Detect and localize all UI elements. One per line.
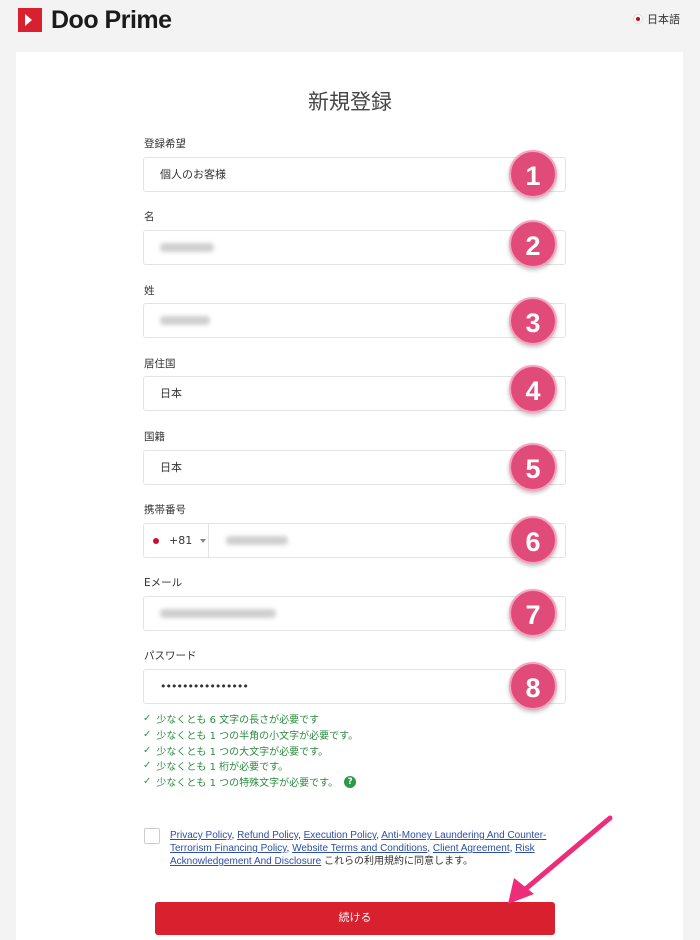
check-icon: ✓ (143, 713, 152, 724)
check-icon: ✓ (143, 729, 152, 740)
last-name-label: 姓 (144, 285, 155, 297)
redacted-text (160, 609, 276, 618)
redacted-text (160, 243, 214, 252)
step-badge: 5 (509, 443, 557, 491)
first-name-input[interactable] (143, 230, 566, 265)
nationality-select[interactable]: 日本 (143, 450, 566, 485)
password-rule: ✓ 少なくとも 6 文字の長さが必要です (143, 711, 319, 726)
page-title: 新規登録 (308, 90, 392, 114)
japan-flag-icon (153, 537, 159, 544)
step-badge: 8 (509, 662, 557, 710)
password-rule: ✓ 少なくとも 1 桁が必要です。 (143, 758, 288, 773)
country-of-residence-select[interactable]: 日本 (143, 376, 566, 411)
account-type-value: 個人のお客様 (160, 168, 226, 181)
password-rule-text: 少なくとも 6 文字の長さが必要です (156, 715, 320, 726)
step-badge: 3 (509, 297, 557, 345)
email-input[interactable] (143, 596, 566, 631)
step-badge: 2 (509, 220, 557, 268)
account-type-select[interactable]: 個人のお客様 (143, 157, 566, 192)
refund-policy-link[interactable]: Refund Policy (237, 830, 298, 841)
client-agreement-link[interactable]: Client Agreement (433, 843, 510, 854)
step-badge: 6 (509, 516, 557, 564)
mobile-number-label: 携帯番号 (144, 504, 186, 516)
country-code-value: +81 (169, 534, 193, 547)
website-terms-link[interactable]: Website Terms and Conditions (292, 843, 427, 854)
nationality-label: 国籍 (144, 431, 165, 443)
execution-policy-link[interactable]: Execution Policy (304, 830, 377, 841)
mobile-number-field: +81 (143, 523, 566, 558)
mobile-number-input[interactable] (226, 536, 288, 545)
step-badge: 1 (509, 150, 557, 198)
password-input[interactable]: •••••••••••••••• (143, 669, 566, 704)
top-bar: Doo Prime 日本語 (0, 0, 700, 40)
brand-name: Doo Prime (51, 6, 172, 34)
password-rule-text: 少なくとも 1 つの大文字が必要です。 (156, 747, 329, 758)
email-label: Eメール (144, 577, 183, 589)
terms-checkbox[interactable] (144, 828, 160, 844)
password-rule-text: 少なくとも 1 つの半角の小文字が必要です。 (156, 731, 359, 742)
check-icon: ✓ (143, 760, 152, 771)
step-badge: 4 (509, 365, 557, 413)
last-name-input[interactable] (143, 303, 566, 338)
terms-suffix: これらの利用規約に同意します。 (323, 856, 473, 867)
password-rule: ✓ 少なくとも 1 つの特殊文字が必要です。 ? (143, 774, 357, 789)
doo-prime-logo-icon (18, 8, 42, 32)
check-icon: ✓ (143, 776, 152, 787)
chevron-down-icon (200, 538, 207, 543)
japan-flag-icon (633, 14, 643, 24)
country-code-select[interactable]: +81 (144, 524, 209, 557)
help-icon[interactable]: ? (344, 775, 357, 788)
password-value: •••••••••••••••• (160, 680, 249, 693)
redacted-text (160, 316, 210, 325)
terms-text: Privacy Policy, Refund Policy, Execution… (170, 830, 547, 867)
password-rule-text: 少なくとも 1 つの特殊文字が必要です。 (156, 778, 339, 789)
password-rule: ✓ 少なくとも 1 つの大文字が必要です。 (143, 743, 328, 758)
continue-button[interactable]: 続ける (155, 902, 555, 935)
language-label: 日本語 (647, 13, 680, 26)
password-rule: ✓ 少なくとも 1 つの半角の小文字が必要です。 (143, 727, 358, 742)
password-label: パスワード (144, 650, 197, 662)
country-of-residence-label: 居住国 (144, 358, 176, 370)
step-badge: 7 (509, 589, 557, 637)
country-of-residence-value: 日本 (160, 387, 182, 400)
first-name-label: 名 (144, 211, 155, 223)
privacy-policy-link[interactable]: Privacy Policy (170, 830, 232, 841)
language-selector[interactable]: 日本語 (633, 11, 680, 27)
account-type-label: 登録希望 (144, 138, 186, 150)
password-rule-text: 少なくとも 1 桁が必要です。 (156, 762, 289, 773)
logo[interactable]: Doo Prime (18, 7, 172, 33)
check-icon: ✓ (143, 745, 152, 756)
nationality-value: 日本 (160, 461, 182, 474)
